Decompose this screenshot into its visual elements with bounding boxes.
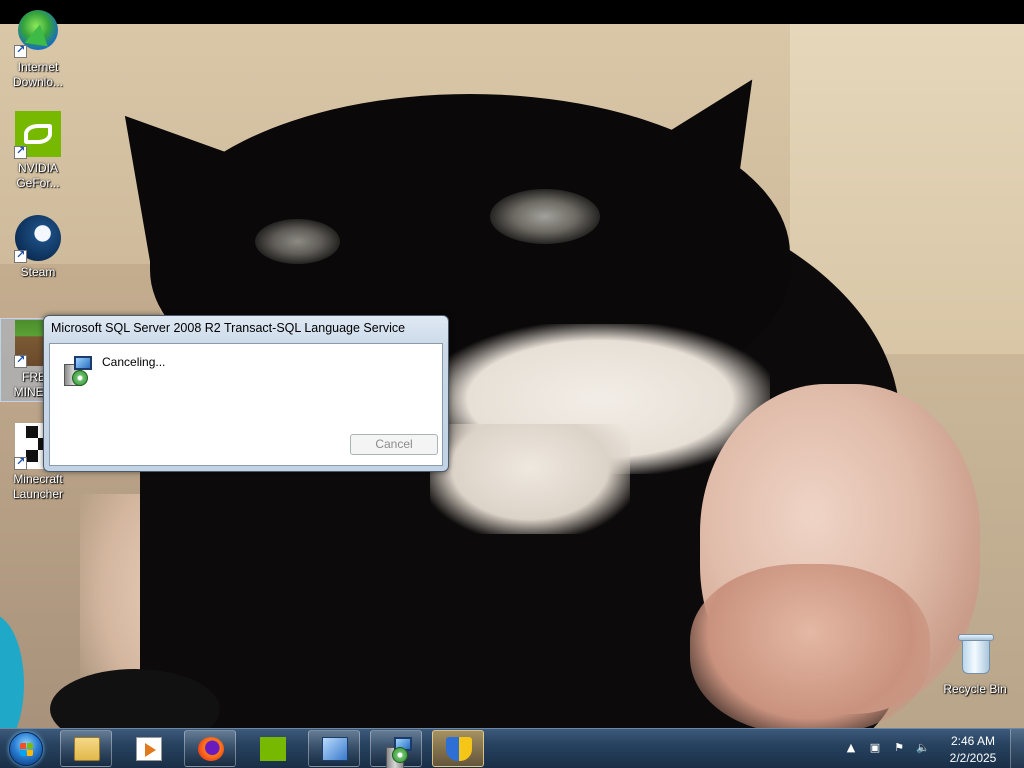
wallpaper-cat-eye-left — [255, 219, 340, 264]
folder-icon — [74, 737, 100, 761]
desktop-icon-label: Steam — [20, 265, 56, 279]
start-button[interactable] — [2, 730, 50, 768]
shortcut-arrow-icon — [14, 144, 27, 159]
taskbar-display-settings[interactable] — [308, 730, 360, 767]
taskbar-windows-explorer[interactable] — [60, 730, 112, 767]
action-center-flag-icon[interactable]: ⚑ — [892, 741, 906, 755]
desktop-icon-label: Minecraft Launcher — [12, 472, 64, 501]
taskbar-firefox[interactable] — [184, 730, 236, 767]
taskbar-user-account-control[interactable] — [432, 730, 484, 767]
taskbar-windows-media-player[interactable] — [122, 730, 174, 767]
setup-progress-dialog: Microsoft SQL Server 2008 R2 Transact-SQ… — [43, 315, 449, 472]
display-icon — [322, 737, 348, 761]
volume-muted-icon[interactable]: 🔈 — [916, 741, 930, 755]
desktop-screen: Internet Downlo... NVIDIA GeFor... Steam… — [0, 0, 1024, 768]
setup-installer-icon — [384, 737, 412, 768]
taskbar-setup[interactable] — [370, 730, 422, 768]
desktop-icon-nvidia-geforce[interactable]: NVIDIA GeFor... — [0, 110, 76, 191]
cancel-button[interactable]: Cancel — [350, 434, 438, 455]
clock-time[interactable]: 2:46 AM — [946, 734, 1000, 748]
setup-installer-icon — [62, 354, 94, 388]
dialog-title: Microsoft SQL Server 2008 R2 Transact-SQ… — [51, 321, 406, 335]
media-player-icon — [136, 737, 162, 761]
status-text: Canceling... — [102, 355, 166, 369]
firefox-icon — [198, 737, 224, 761]
windows-start-orb-icon — [9, 732, 43, 766]
taskbar: ▲ ▣ ⚑ 🔈 2:46 AM 2/2/2025 — [0, 728, 1024, 768]
shortcut-arrow-icon — [14, 353, 27, 368]
desktop-icon-steam[interactable]: Steam — [0, 214, 76, 280]
shortcut-arrow-icon — [14, 248, 27, 263]
steam-icon — [14, 215, 62, 263]
desktop-icon-internet-download-manager[interactable]: Internet Downlo... — [0, 6, 76, 90]
taskbar-nvidia[interactable] — [246, 730, 298, 767]
recycle-bin-icon — [951, 632, 999, 680]
network-icon[interactable]: ▣ — [868, 741, 882, 755]
internet-download-manager-icon — [14, 10, 62, 58]
desktop-icon-label: NVIDIA GeFor... — [16, 161, 60, 190]
show-desktop-button[interactable] — [1010, 729, 1024, 768]
desktop-icon-label: Recycle Bin — [943, 682, 1007, 696]
top-black-bar — [0, 0, 1024, 24]
nvidia-geforce-icon — [14, 111, 62, 159]
nvidia-icon — [260, 737, 286, 761]
desktop-icon-recycle-bin[interactable]: Recycle Bin — [937, 630, 1013, 697]
notification-area: ▲ ▣ ⚑ 🔈 2:46 AM 2/2/2025 — [840, 729, 1024, 768]
wallpaper-hand-lower — [690, 564, 930, 728]
wallpaper-cat-eye-right — [490, 189, 600, 244]
shortcut-arrow-icon — [14, 43, 27, 58]
wallpaper-cat-chest — [430, 424, 630, 534]
clock-date[interactable]: 2/2/2025 — [940, 751, 1006, 765]
desktop-icon-label: Internet Downlo... — [12, 60, 64, 89]
shortcut-arrow-icon — [14, 455, 27, 470]
show-hidden-icons-chevron-icon[interactable]: ▲ — [844, 741, 858, 755]
dialog-content: Canceling... Cancel — [49, 343, 443, 466]
uac-shield-icon — [446, 737, 472, 761]
